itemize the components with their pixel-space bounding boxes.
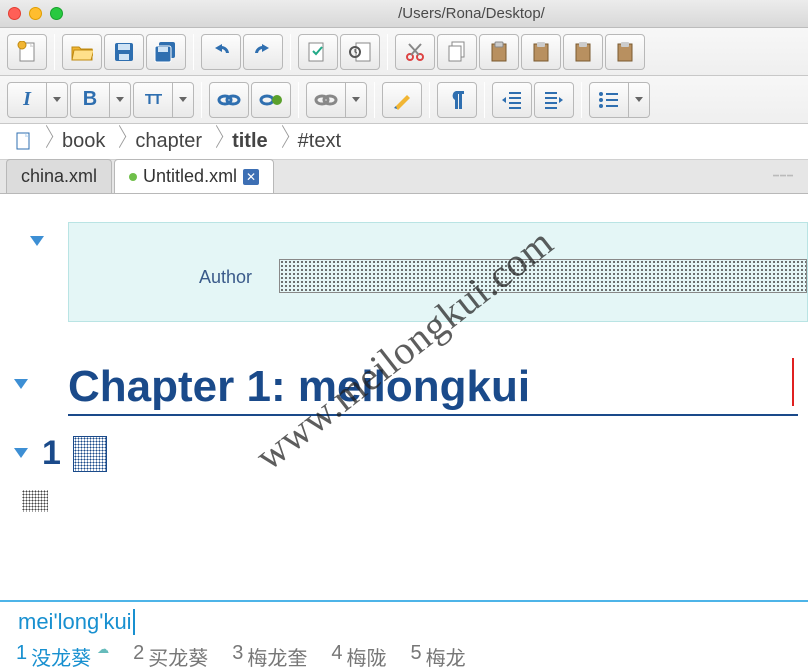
paragraph-button[interactable] bbox=[437, 82, 477, 118]
bold-dropdown[interactable] bbox=[109, 82, 131, 118]
cloud-icon: ☁ bbox=[97, 642, 109, 671]
text-cursor-icon bbox=[792, 358, 794, 406]
author-block: Author bbox=[68, 222, 808, 322]
ime-candidate[interactable]: 3 梅龙奎 bbox=[232, 642, 307, 671]
breadcrumb-item-book[interactable]: book bbox=[54, 128, 113, 155]
olink-button[interactable] bbox=[306, 82, 346, 118]
link-button[interactable] bbox=[209, 82, 249, 118]
editor-tabstrip: china.xml Untitled.xml ✕ ┅┅┅ bbox=[0, 160, 808, 194]
copy-button[interactable] bbox=[437, 34, 477, 70]
ime-composition-text: mei'long'kui bbox=[18, 609, 135, 635]
tab-china[interactable]: china.xml bbox=[6, 159, 112, 193]
author-label: Author bbox=[199, 267, 252, 288]
toolbar-row-1 bbox=[0, 28, 808, 76]
close-window-icon[interactable] bbox=[8, 7, 21, 20]
fold-toggle-icon[interactable] bbox=[30, 236, 44, 246]
breadcrumb-root-icon[interactable] bbox=[8, 130, 40, 154]
paste-content-button[interactable] bbox=[605, 34, 645, 70]
new-file-button[interactable] bbox=[7, 34, 47, 70]
ime-candidate[interactable]: 1 没龙葵 ☁ bbox=[16, 642, 109, 671]
paste-button[interactable] bbox=[479, 34, 519, 70]
window-title: /Users/Rona/Desktop/ bbox=[143, 5, 800, 22]
list-dropdown[interactable] bbox=[628, 82, 650, 118]
chevron-right-icon bbox=[276, 128, 290, 156]
breadcrumb-item-chapter[interactable]: chapter bbox=[127, 128, 210, 155]
fold-toggle-icon[interactable] bbox=[14, 448, 28, 458]
editor-area[interactable]: Author Chapter 1: meilongkui 1 bbox=[0, 194, 808, 634]
breadcrumb-item-title[interactable]: title bbox=[224, 128, 276, 155]
list-button[interactable] bbox=[589, 82, 629, 118]
toolbar-row-2: I B TT bbox=[0, 76, 808, 124]
ime-candidate-list: 1 没龙葵 ☁ 2 买龙葵 3 梅龙奎 4 梅陇 5 梅龙 bbox=[0, 640, 808, 672]
window-controls bbox=[8, 7, 63, 20]
minimize-window-icon[interactable] bbox=[29, 7, 42, 20]
tab-label: Untitled.xml bbox=[143, 166, 237, 187]
save-button[interactable] bbox=[104, 34, 144, 70]
modified-dot-icon bbox=[129, 173, 137, 181]
cut-button[interactable] bbox=[395, 34, 435, 70]
chapter-title[interactable]: Chapter 1: meilongkui bbox=[68, 362, 798, 416]
undo-button[interactable] bbox=[201, 34, 241, 70]
section-number: 1 bbox=[42, 434, 61, 473]
section-title-input[interactable] bbox=[73, 436, 107, 472]
validate-button[interactable] bbox=[298, 34, 338, 70]
tab-untitled[interactable]: Untitled.xml ✕ bbox=[114, 159, 274, 193]
chevron-right-icon bbox=[210, 128, 224, 156]
author-input[interactable] bbox=[279, 259, 807, 293]
ime-candidate[interactable]: 4 梅陇 bbox=[331, 642, 386, 671]
open-button[interactable] bbox=[62, 34, 102, 70]
tab-drag-handle-icon[interactable]: ┅┅┅ bbox=[765, 169, 802, 184]
transform-button[interactable] bbox=[340, 34, 380, 70]
redo-button[interactable] bbox=[243, 34, 283, 70]
fold-toggle-icon[interactable] bbox=[14, 379, 28, 389]
outdent-button[interactable] bbox=[492, 82, 532, 118]
zoom-window-icon[interactable] bbox=[50, 7, 63, 20]
ime-composition-bar: mei'long'kui bbox=[0, 600, 808, 642]
breadcrumb: book chapter title #text bbox=[0, 124, 808, 160]
chevron-right-icon bbox=[113, 128, 127, 156]
close-tab-icon[interactable]: ✕ bbox=[243, 169, 259, 185]
plain-text-dropdown[interactable] bbox=[172, 82, 194, 118]
italic-dropdown[interactable] bbox=[46, 82, 68, 118]
tab-label: china.xml bbox=[21, 166, 97, 187]
titlebar: /Users/Rona/Desktop/ bbox=[0, 0, 808, 28]
italic-button[interactable]: I bbox=[7, 82, 47, 118]
link-web-button[interactable] bbox=[251, 82, 291, 118]
section-heading[interactable]: 1 bbox=[42, 434, 107, 473]
ime-candidate[interactable]: 2 买龙葵 bbox=[133, 642, 208, 671]
highlight-button[interactable] bbox=[382, 82, 422, 118]
paragraph-placeholder[interactable] bbox=[22, 490, 48, 512]
paste-before-button[interactable] bbox=[521, 34, 561, 70]
chevron-right-icon bbox=[40, 128, 54, 156]
breadcrumb-item-text[interactable]: #text bbox=[290, 128, 349, 155]
ime-candidate[interactable]: 5 梅龙 bbox=[411, 642, 466, 671]
bold-button[interactable]: B bbox=[70, 82, 110, 118]
save-all-button[interactable] bbox=[146, 34, 186, 70]
paste-after-button[interactable] bbox=[563, 34, 603, 70]
plain-text-button[interactable]: TT bbox=[133, 82, 173, 118]
olink-dropdown[interactable] bbox=[345, 82, 367, 118]
indent-button[interactable] bbox=[534, 82, 574, 118]
